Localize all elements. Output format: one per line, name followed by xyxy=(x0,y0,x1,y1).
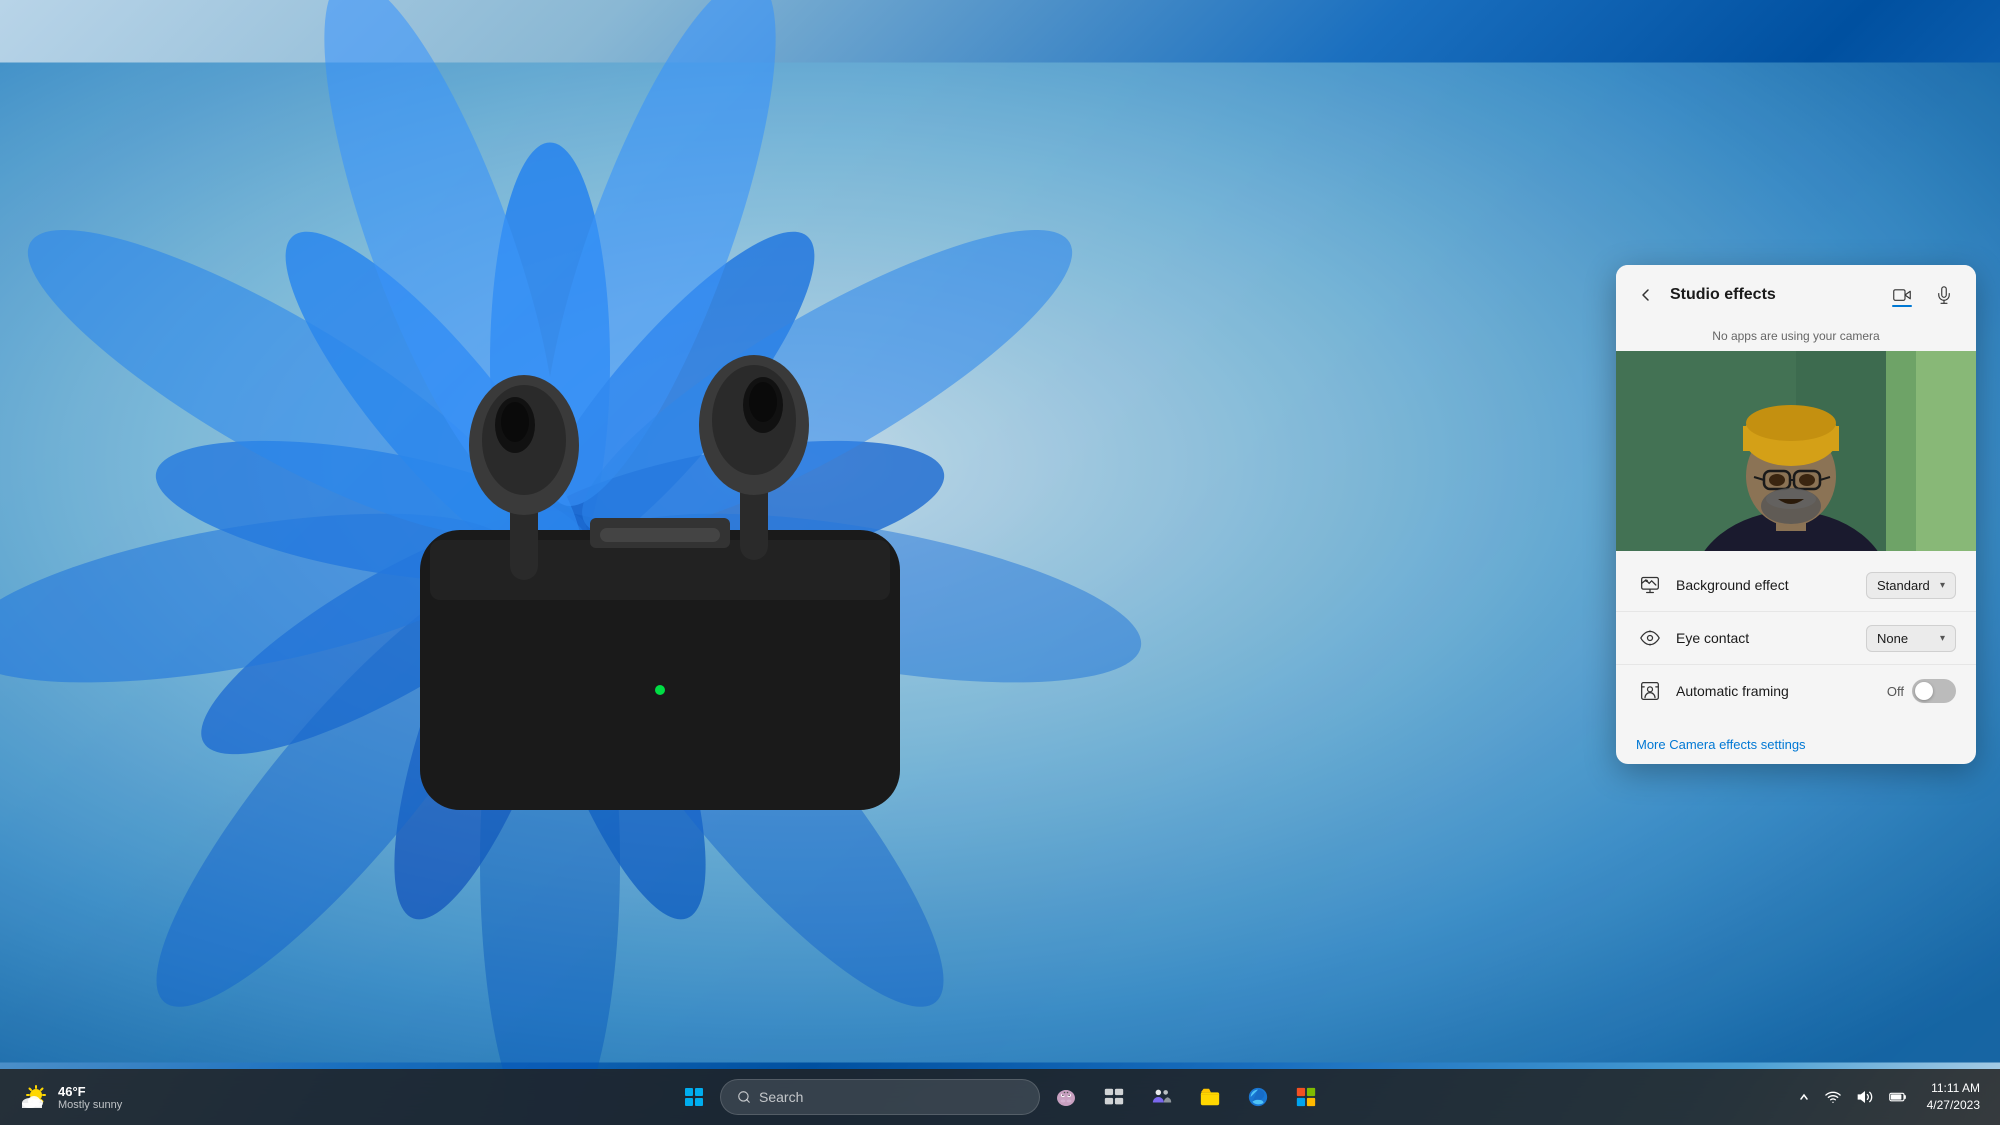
panel-header: Studio effects xyxy=(1616,265,1976,325)
task-view-icon xyxy=(1103,1086,1125,1108)
store-icon xyxy=(1295,1086,1317,1108)
search-bar[interactable]: Search xyxy=(720,1079,1040,1115)
date-display: 4/27/2023 xyxy=(1927,1097,1980,1114)
wifi-icon xyxy=(1825,1089,1841,1105)
file-explorer-icon xyxy=(1199,1086,1221,1108)
edge-button[interactable] xyxy=(1236,1075,1280,1119)
eye-contact-label: Eye contact xyxy=(1676,630,1866,646)
more-camera-settings-link[interactable]: More Camera effects settings xyxy=(1616,725,1976,764)
automatic-framing-icon xyxy=(1636,677,1664,705)
notification-chevron[interactable] xyxy=(1795,1088,1813,1106)
dropdown-arrow-icon: ▾ xyxy=(1940,580,1945,591)
widgets-button[interactable] xyxy=(1044,1075,1088,1119)
background-effect-icon xyxy=(1636,571,1664,599)
dropdown-arrow-icon: ▾ xyxy=(1940,633,1945,644)
background-effect-row: Background effect Standard ▾ xyxy=(1616,559,1976,612)
back-button[interactable] xyxy=(1632,281,1660,309)
camera-icon-button[interactable] xyxy=(1886,279,1918,311)
search-bar-icon xyxy=(737,1090,751,1104)
temperature-display: 46°F xyxy=(58,1084,122,1099)
automatic-framing-row: Automatic framing Off xyxy=(1616,665,1976,717)
taskbar-right: 11:11 AM 4/27/2023 xyxy=(1795,1076,1988,1118)
start-button[interactable] xyxy=(672,1075,716,1119)
file-explorer-button[interactable] xyxy=(1188,1075,1232,1119)
panel-title: Studio effects xyxy=(1670,286,1876,304)
search-bar-label: Search xyxy=(759,1089,803,1105)
volume-button[interactable] xyxy=(1853,1085,1877,1109)
background-effect-label: Background effect xyxy=(1676,577,1866,593)
background-effect-control: Standard ▾ xyxy=(1866,572,1956,599)
airpods-image xyxy=(300,200,1050,850)
automatic-framing-label: Automatic framing xyxy=(1676,683,1887,699)
desktop: Studio effects No apps are using your ca… xyxy=(0,0,2000,1125)
edge-icon xyxy=(1247,1086,1269,1108)
automatic-framing-control: Off xyxy=(1887,679,1956,703)
eye-contact-control: None ▾ xyxy=(1866,625,1956,652)
weather-condition: Mostly sunny xyxy=(58,1099,122,1111)
battery-icon xyxy=(1889,1089,1907,1105)
studio-panel: Studio effects No apps are using your ca… xyxy=(1616,265,1976,764)
weather-widget[interactable]: 46°F Mostly sunny xyxy=(8,1077,132,1117)
battery-button[interactable] xyxy=(1885,1085,1911,1109)
eye-contact-row: Eye contact None ▾ xyxy=(1616,612,1976,665)
automatic-framing-toggle[interactable] xyxy=(1912,679,1956,703)
widgets-icon xyxy=(1054,1085,1078,1109)
toggle-off-label: Off xyxy=(1887,684,1904,699)
camera-preview xyxy=(1616,351,1976,551)
volume-icon xyxy=(1857,1089,1873,1105)
time-display: 11:11 AM xyxy=(1931,1080,1980,1097)
weather-sun-icon xyxy=(18,1081,50,1113)
wifi-button[interactable] xyxy=(1821,1085,1845,1109)
task-view-button[interactable] xyxy=(1092,1075,1136,1119)
panel-settings: Background effect Standard ▾ xyxy=(1616,551,1976,725)
teams-button[interactable] xyxy=(1140,1075,1184,1119)
taskbar-center: Search xyxy=(672,1075,1328,1119)
clock-display[interactable]: 11:11 AM 4/27/2023 xyxy=(1919,1076,1988,1118)
weather-text: 46°F Mostly sunny xyxy=(58,1084,122,1111)
eye-contact-icon xyxy=(1636,624,1664,652)
microphone-icon-button[interactable] xyxy=(1928,279,1960,311)
background-effect-dropdown[interactable]: Standard ▾ xyxy=(1866,572,1956,599)
camera-status-text: No apps are using your camera xyxy=(1616,325,1976,351)
teams-icon xyxy=(1151,1086,1173,1108)
store-button[interactable] xyxy=(1284,1075,1328,1119)
taskbar: 46°F Mostly sunny Search xyxy=(0,1069,2000,1125)
chevron-up-icon xyxy=(1799,1092,1809,1102)
eye-contact-dropdown[interactable]: None ▾ xyxy=(1866,625,1956,652)
